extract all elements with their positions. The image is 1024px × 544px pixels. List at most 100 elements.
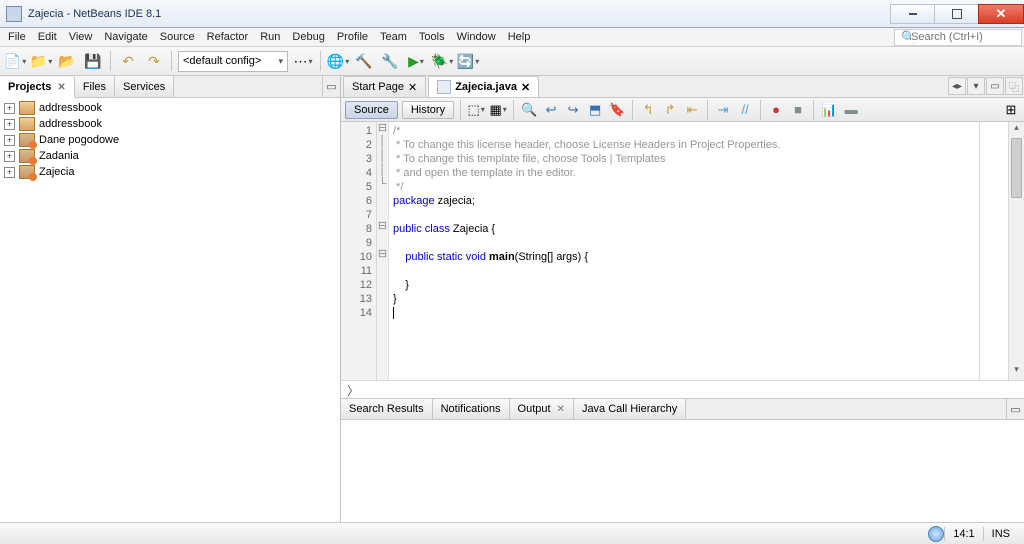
- notification-icon[interactable]: [928, 526, 944, 542]
- comment-button[interactable]: //: [736, 101, 754, 119]
- menu-debug[interactable]: Debug: [286, 29, 330, 45]
- maximize-editor-button[interactable]: ▭: [986, 77, 1004, 95]
- nav-fwd-button[interactable]: ▦: [489, 101, 507, 119]
- customize-toolbar-button[interactable]: ⋯: [292, 50, 314, 72]
- expand-icon[interactable]: +: [4, 135, 15, 146]
- undo-button[interactable]: ↶: [117, 50, 139, 72]
- maximize-button[interactable]: [934, 4, 979, 24]
- project-icon: [19, 133, 35, 147]
- prev-tab-button[interactable]: ◂▸: [948, 77, 966, 95]
- close-icon[interactable]: ✕: [408, 81, 417, 94]
- toggle-highlight-button[interactable]: ⬒: [586, 101, 604, 119]
- line-gutter: 1234567891011121314: [341, 122, 377, 380]
- text-cursor: [393, 307, 394, 319]
- source-view-button[interactable]: Source: [345, 101, 398, 119]
- build-button[interactable]: 🌐: [327, 50, 349, 72]
- minimize-bottom-button[interactable]: ▭: [1006, 399, 1024, 419]
- menu-team[interactable]: Team: [374, 29, 413, 45]
- shift-right-button[interactable]: ⇥: [714, 101, 732, 119]
- project-tree[interactable]: +addressbook +addressbook +Dane pogodowe…: [0, 98, 340, 182]
- expand-icon[interactable]: +: [4, 119, 15, 130]
- new-file-button[interactable]: 📄: [4, 50, 26, 72]
- run-button[interactable]: ▶: [405, 50, 427, 72]
- next-bookmark-button[interactable]: ↱: [661, 101, 679, 119]
- close-icon[interactable]: ✕: [557, 404, 565, 415]
- tab-zajecia-java[interactable]: Zajecia.java ✕: [428, 76, 539, 97]
- expand-icon[interactable]: +: [4, 103, 15, 114]
- tree-item[interactable]: +Zajecia: [2, 164, 338, 180]
- find-prev-button[interactable]: ↩: [542, 101, 560, 119]
- tab-label: Search Results: [349, 403, 424, 415]
- tree-item[interactable]: +Dane pogodowe: [2, 132, 338, 148]
- code-editor[interactable]: 1234567891011121314 ⊟│││└⊟⊟ /* * To chan…: [341, 122, 1024, 380]
- menu-refactor[interactable]: Refactor: [201, 29, 255, 45]
- close-button[interactable]: [978, 4, 1024, 24]
- find-selection-button[interactable]: 🔍: [520, 101, 538, 119]
- code-area[interactable]: /* * To change this license header, choo…: [389, 122, 1008, 380]
- insert-mode: INS: [983, 527, 1018, 541]
- nav-back-button[interactable]: ⬚: [467, 101, 485, 119]
- tab-search-results[interactable]: Search Results: [341, 399, 433, 419]
- prev-bookmark-button[interactable]: ↰: [639, 101, 657, 119]
- redo-button[interactable]: ↷: [143, 50, 165, 72]
- tab-files[interactable]: Files: [75, 76, 115, 97]
- build-project-button[interactable]: 🔧: [379, 50, 401, 72]
- tab-list-button[interactable]: ▾: [967, 77, 985, 95]
- config-combo[interactable]: <default config>: [178, 51, 288, 72]
- tab-label: Projects: [8, 81, 51, 93]
- tree-item[interactable]: +Zadania: [2, 148, 338, 164]
- find-next-button[interactable]: ↪: [564, 101, 582, 119]
- cursor-position: 14:1: [944, 527, 982, 541]
- close-icon[interactable]: ✕: [521, 81, 530, 94]
- scroll-thumb[interactable]: [1011, 138, 1022, 198]
- menu-navigate[interactable]: Navigate: [98, 29, 153, 45]
- expand-icon[interactable]: +: [4, 167, 15, 178]
- menu-tools[interactable]: Tools: [413, 29, 451, 45]
- clean-build-button[interactable]: 🔨: [353, 50, 375, 72]
- minimize-button[interactable]: [890, 4, 935, 24]
- split-editor-button[interactable]: ⊞: [1002, 101, 1020, 119]
- search-input[interactable]: [911, 31, 1021, 43]
- start-macro-button[interactable]: ●: [767, 101, 785, 119]
- menu-file[interactable]: File: [2, 29, 32, 45]
- menu-help[interactable]: Help: [502, 29, 537, 45]
- expand-icon[interactable]: +: [4, 151, 15, 162]
- tree-item[interactable]: +addressbook: [2, 116, 338, 132]
- separator: [632, 100, 633, 120]
- toggle-bookmark-button[interactable]: 🔖: [608, 101, 626, 119]
- tab-notifications[interactable]: Notifications: [433, 399, 510, 419]
- tab-label: Zajecia.java: [455, 81, 517, 93]
- format-button[interactable]: ▬: [842, 101, 860, 119]
- tab-projects[interactable]: Projects ✕: [0, 77, 75, 98]
- menu-profile[interactable]: Profile: [331, 29, 374, 45]
- tab-services[interactable]: Services: [115, 76, 174, 97]
- profile-button[interactable]: 🔄: [457, 50, 479, 72]
- fold-gutter[interactable]: ⊟│││└⊟⊟: [377, 122, 389, 380]
- tab-java-call-hierarchy[interactable]: Java Call Hierarchy: [574, 399, 686, 419]
- minimize-pane-button[interactable]: ▭: [322, 76, 340, 97]
- tab-output[interactable]: Output✕: [510, 399, 574, 419]
- new-project-button[interactable]: 📁: [30, 50, 52, 72]
- vertical-scrollbar[interactable]: ▴ ▾: [1008, 122, 1024, 380]
- uncomment-button[interactable]: 📊: [820, 101, 838, 119]
- scroll-down-icon[interactable]: ▾: [1009, 364, 1024, 380]
- right-margin: [979, 122, 980, 380]
- menu-source[interactable]: Source: [154, 29, 201, 45]
- menu-run[interactable]: Run: [254, 29, 286, 45]
- tab-start-page[interactable]: Start Page✕: [343, 76, 426, 97]
- scroll-up-icon[interactable]: ▴: [1009, 122, 1024, 138]
- history-view-button[interactable]: History: [402, 101, 454, 119]
- open-button[interactable]: 📂: [56, 50, 78, 72]
- quick-search[interactable]: 🔍: [894, 29, 1022, 46]
- close-icon[interactable]: ✕: [57, 82, 65, 93]
- menu-view[interactable]: View: [63, 29, 99, 45]
- save-all-button[interactable]: 💾: [82, 50, 104, 72]
- editor-breadcrumb[interactable]: 〉: [341, 380, 1024, 398]
- tree-item[interactable]: +addressbook: [2, 100, 338, 116]
- debug-button[interactable]: 🪲: [431, 50, 453, 72]
- menu-window[interactable]: Window: [451, 29, 502, 45]
- stop-macro-button[interactable]: ■: [789, 101, 807, 119]
- shift-left-button[interactable]: ⇤: [683, 101, 701, 119]
- menu-edit[interactable]: Edit: [32, 29, 63, 45]
- restore-editor-button[interactable]: ⿻: [1005, 77, 1023, 95]
